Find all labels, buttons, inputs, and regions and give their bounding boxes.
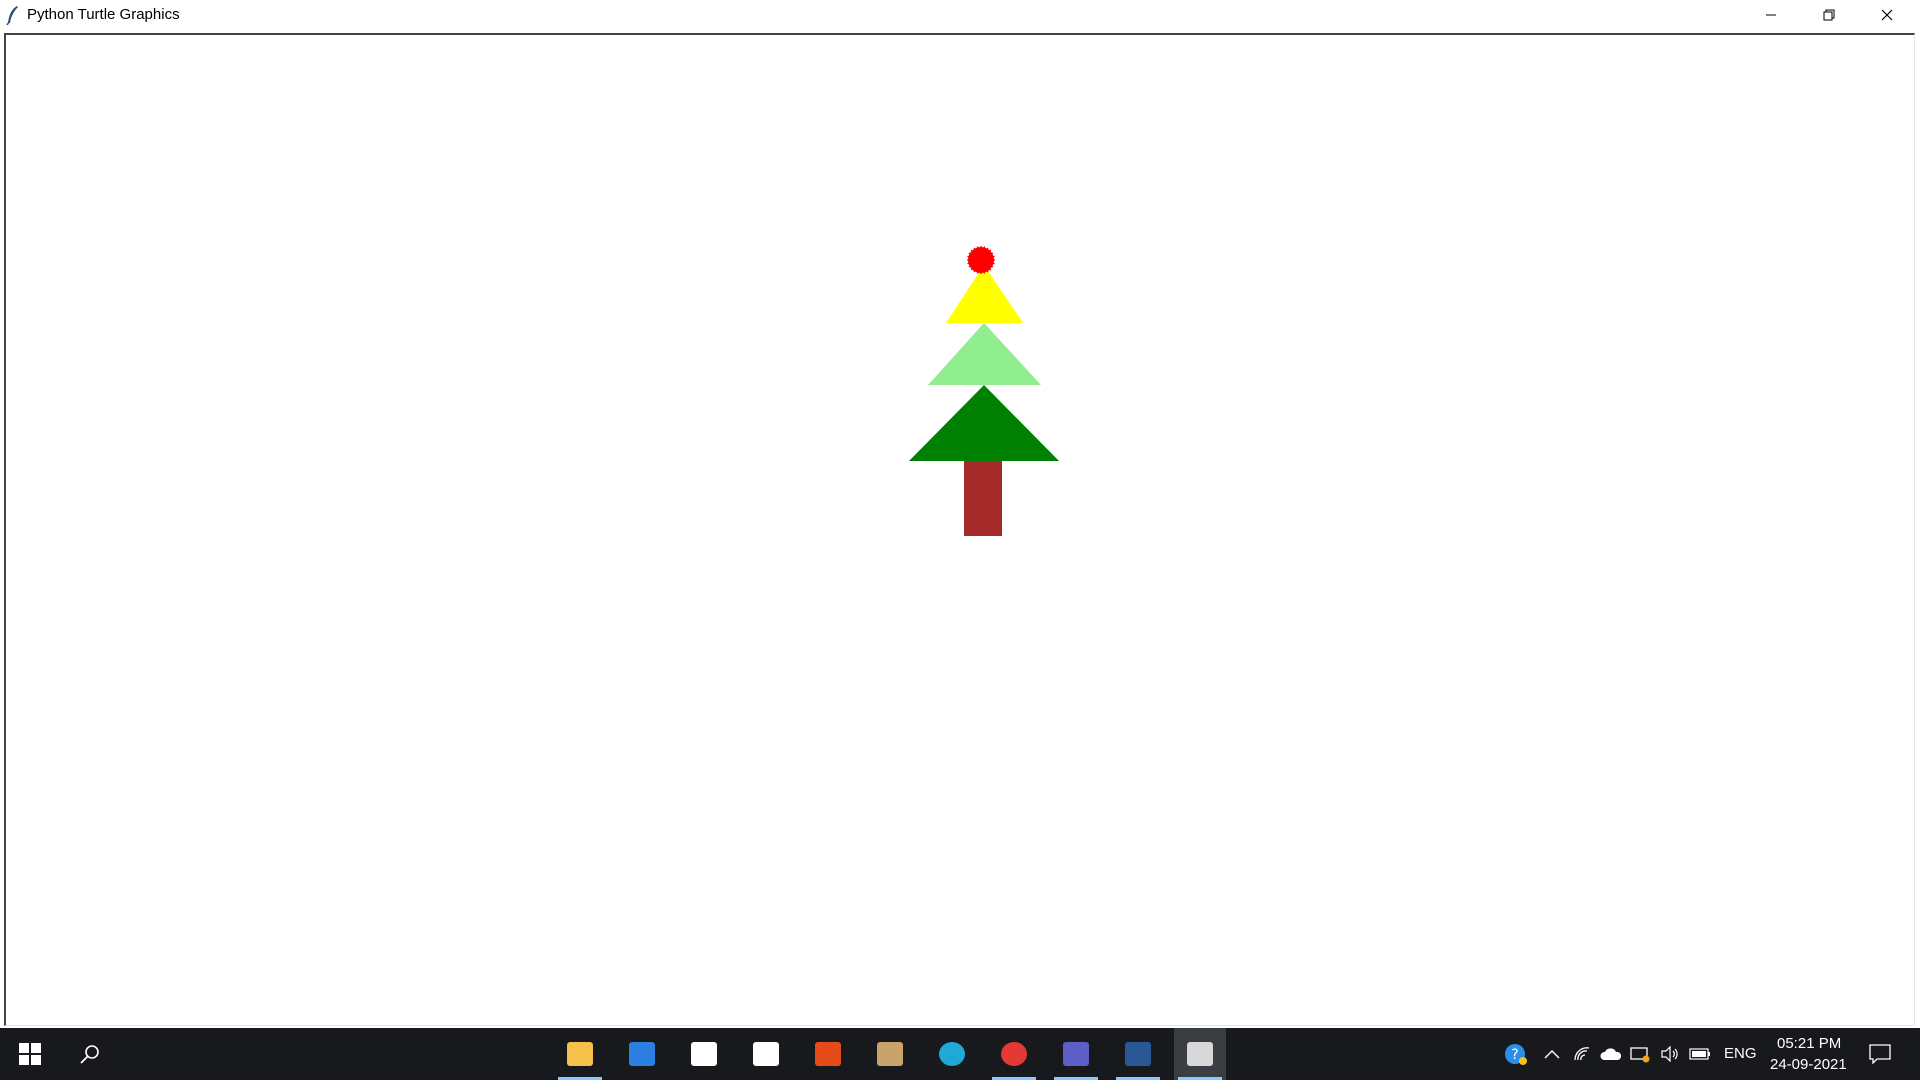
title-bar[interactable]: Python Turtle Graphics bbox=[0, 0, 1920, 30]
window-title: Python Turtle Graphics bbox=[27, 6, 180, 23]
taskbar-app-edge[interactable] bbox=[926, 1028, 978, 1080]
minimize-icon bbox=[1766, 14, 1776, 16]
chevron-up-icon[interactable] bbox=[1540, 1042, 1564, 1066]
restore-icon bbox=[1823, 9, 1835, 21]
help-icon[interactable]: ? bbox=[1504, 1042, 1528, 1066]
taskbar-app-package[interactable] bbox=[864, 1028, 916, 1080]
taskbar: ? ENG 05:21 PM 24-09-2021 bbox=[0, 1028, 1920, 1080]
taskbar-app-file-explorer[interactable] bbox=[554, 1028, 606, 1080]
start-button[interactable] bbox=[4, 1028, 56, 1080]
battery-icon[interactable] bbox=[1688, 1042, 1712, 1066]
tree-star bbox=[967, 246, 995, 274]
language-indicator[interactable]: ENG bbox=[1724, 1045, 1757, 1062]
taskbar-app-dropbox[interactable] bbox=[678, 1028, 730, 1080]
taskbar-app-chrome[interactable] bbox=[988, 1028, 1040, 1080]
teams-icon bbox=[1063, 1042, 1089, 1066]
svg-text:?: ? bbox=[1511, 1047, 1518, 1063]
word-icon bbox=[1125, 1042, 1151, 1066]
office-icon bbox=[815, 1042, 841, 1066]
turtle-window: Python Turtle Graphics bbox=[0, 0, 1920, 1028]
windows-logo-icon bbox=[19, 1043, 41, 1065]
winamp-icon bbox=[753, 1042, 779, 1066]
package-icon bbox=[877, 1042, 903, 1066]
chrome-icon bbox=[1001, 1042, 1027, 1066]
taskbar-app-teams[interactable] bbox=[1050, 1028, 1102, 1080]
search-icon bbox=[80, 1045, 99, 1064]
clock-time[interactable]: 05:21 PM bbox=[1777, 1035, 1841, 1052]
christmas-tree-drawing bbox=[909, 246, 1059, 536]
close-icon bbox=[1881, 9, 1893, 21]
taskbar-app-office[interactable] bbox=[802, 1028, 854, 1080]
edge-icon bbox=[939, 1042, 965, 1066]
help-circle-icon: ? bbox=[1505, 1044, 1527, 1065]
python-turtle-icon bbox=[1187, 1042, 1213, 1066]
minimize-button[interactable] bbox=[1742, 0, 1800, 30]
mail-icon bbox=[629, 1042, 655, 1066]
notification-icon[interactable] bbox=[1868, 1042, 1892, 1066]
dropbox-icon bbox=[691, 1042, 717, 1066]
onedrive-cloud-icon[interactable] bbox=[1599, 1042, 1623, 1066]
tree-trunk bbox=[964, 460, 1002, 536]
tree-tier-bottom bbox=[909, 385, 1059, 461]
feather-icon bbox=[6, 6, 18, 25]
turtle-canvas[interactable] bbox=[4, 33, 1915, 1026]
wifi-icon[interactable] bbox=[1570, 1042, 1594, 1066]
file-explorer-icon bbox=[567, 1042, 593, 1066]
close-button[interactable] bbox=[1858, 0, 1916, 30]
volume-icon[interactable] bbox=[1658, 1042, 1682, 1066]
taskbar-app-mail[interactable] bbox=[616, 1028, 668, 1080]
taskbar-app-python-turtle[interactable] bbox=[1174, 1028, 1226, 1080]
taskbar-app-word[interactable] bbox=[1112, 1028, 1164, 1080]
clock-date[interactable]: 24-09-2021 bbox=[1770, 1056, 1847, 1073]
tree-tier-top bbox=[946, 265, 1023, 323]
search-button[interactable] bbox=[64, 1028, 116, 1080]
security-icon[interactable] bbox=[1628, 1042, 1652, 1066]
restore-button[interactable] bbox=[1800, 0, 1858, 30]
tree-tier-middle bbox=[928, 323, 1041, 385]
taskbar-app-winamp[interactable] bbox=[740, 1028, 792, 1080]
